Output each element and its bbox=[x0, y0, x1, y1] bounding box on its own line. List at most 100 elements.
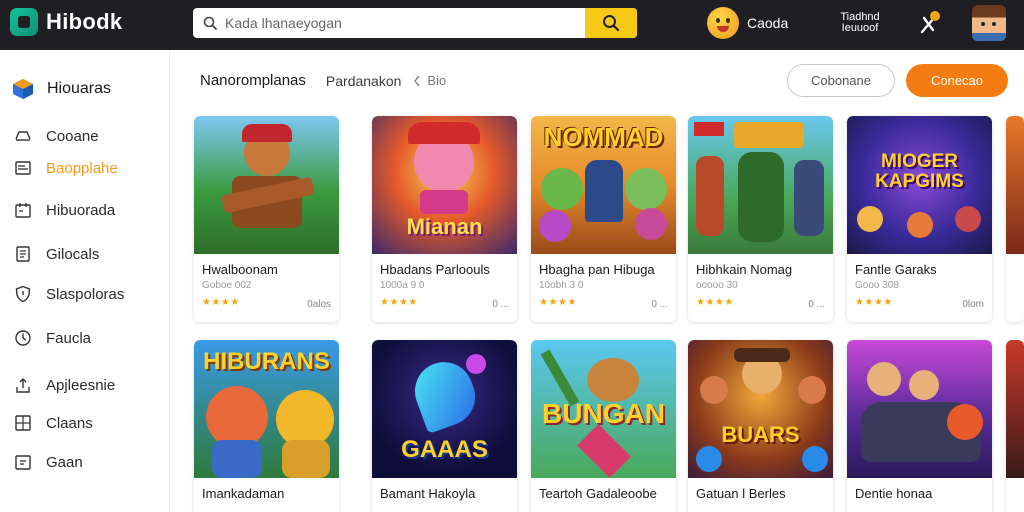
promo-link[interactable]: Tiadhnd Ieuuoof bbox=[832, 12, 888, 34]
sidebar-item-gilocals[interactable]: Gilocals bbox=[14, 243, 99, 265]
game-title: Teartoh Gadaleoobe bbox=[539, 486, 657, 501]
game-meta: 10obh 3 0 bbox=[539, 280, 584, 291]
game-title: Bamant Hakoyla bbox=[380, 486, 476, 501]
game-meta: Goboe 002 bbox=[202, 280, 252, 291]
primary-button[interactable]: Conecao bbox=[906, 64, 1008, 97]
search-icon bbox=[203, 16, 217, 30]
art-title: Mianan bbox=[406, 214, 483, 239]
game-card[interactable]: BUARS Gatuan l Berles bbox=[688, 340, 833, 512]
art-title: HIBURANS bbox=[203, 348, 330, 375]
art-title: BUNGAN bbox=[542, 398, 665, 429]
breadcrumb-sub[interactable]: Pardanakon bbox=[326, 73, 402, 89]
game-meta: ooooo 30 bbox=[696, 280, 738, 291]
top-bar: Hibodk Caoda Tiadhnd Ieuuoof bbox=[0, 0, 1024, 50]
sidebar-item-label: Slaspoloras bbox=[46, 285, 125, 303]
sidebar-item-gaan[interactable]: Gaan bbox=[14, 451, 83, 473]
sidebar-item-label: Baopplahe bbox=[46, 159, 118, 177]
trophy-notification-icon[interactable] bbox=[918, 10, 942, 36]
sidebar-item-faucla[interactable]: Faucla bbox=[14, 327, 91, 349]
game-thumbnail: NOMMAD bbox=[531, 116, 676, 254]
shield-icon bbox=[15, 285, 31, 303]
document-icon bbox=[16, 246, 30, 262]
sidebar-header-label: Hiouaras bbox=[47, 80, 112, 97]
sidebar-item-apjleesnie[interactable]: Apjleesnie bbox=[14, 374, 115, 396]
sidebar-item-claans[interactable]: Claans bbox=[14, 412, 93, 434]
rating-stars: ★★★★ bbox=[539, 297, 577, 308]
game-title: Hwalboonam bbox=[202, 262, 278, 277]
game-card[interactable]: HIBURANS Imankadaman bbox=[194, 340, 339, 512]
game-thumbnail: HIBURANS bbox=[194, 340, 339, 478]
calendar-icon bbox=[15, 203, 31, 218]
game-meta: Gooo 308 bbox=[855, 280, 899, 291]
game-title: Hbadans Parloouls bbox=[380, 262, 490, 277]
download-icon bbox=[15, 455, 31, 470]
rating-stars: ★★★★ bbox=[202, 297, 240, 308]
profile-name: Caoda bbox=[747, 15, 789, 31]
art-title: MIOGER KAPGIMS bbox=[875, 151, 964, 192]
game-title: Hibhkain Nomag bbox=[696, 262, 793, 277]
sidebar-item-label: Cooane bbox=[46, 127, 99, 145]
game-card-partial[interactable] bbox=[1006, 340, 1024, 512]
breadcrumb-last[interactable]: Bio bbox=[427, 73, 446, 88]
rating-count: 0alos bbox=[307, 299, 331, 310]
game-card[interactable]: Hwalboonam Goboe 002 ★★★★ 0alos bbox=[194, 116, 339, 322]
rating-count: 0lom bbox=[962, 299, 984, 310]
game-title: Hbagha pan Hibuga bbox=[539, 262, 655, 277]
profile-menu[interactable]: Caoda bbox=[707, 7, 788, 39]
game-card[interactable]: MIOGER KAPGIMS Fantle Garaks Gooo 308 ★★… bbox=[847, 116, 992, 322]
app-logo[interactable]: Hibodk bbox=[10, 8, 122, 36]
sidebar-item-label: Gaan bbox=[46, 453, 83, 471]
chevron-left-icon bbox=[414, 75, 420, 86]
game-title: Dentie honaa bbox=[855, 486, 933, 501]
promo-line-2: Ieuuoof bbox=[841, 22, 879, 34]
sidebar-item-label: Apjleesnie bbox=[46, 376, 116, 394]
game-title: Gatuan l Berles bbox=[696, 486, 786, 501]
upload-icon bbox=[16, 378, 30, 393]
window-icon bbox=[15, 161, 31, 175]
game-thumbnail bbox=[688, 116, 833, 254]
game-card[interactable]: Mianan Hbadans Parloouls 1000a 9 0 ★★★★ … bbox=[372, 116, 517, 322]
sidebar-item-cooane[interactable]: Cooane bbox=[14, 125, 99, 147]
game-thumbnail bbox=[1006, 340, 1024, 478]
game-card[interactable]: NOMMAD Hbagha pan Hibuga 10obh 3 0 ★★★★ … bbox=[531, 116, 676, 322]
game-thumbnail: BUNGAN bbox=[531, 340, 676, 478]
rating-count: 0 ... bbox=[808, 299, 825, 310]
game-thumbnail: BUARS bbox=[688, 340, 833, 478]
game-card[interactable]: Hibhkain Nomag ooooo 30 ★★★★ 0 ... bbox=[688, 116, 833, 322]
game-title: Imankadaman bbox=[202, 486, 285, 501]
rating-stars: ★★★★ bbox=[380, 297, 418, 308]
search-icon bbox=[603, 15, 620, 32]
logo-icon bbox=[10, 8, 38, 36]
rating-stars: ★★★★ bbox=[855, 297, 893, 308]
logo-text: Hibodk bbox=[46, 9, 123, 34]
sidebar-item-baopplahe[interactable]: Baopplahe bbox=[14, 157, 118, 179]
sidebar-header[interactable]: Hiouaras bbox=[12, 78, 111, 100]
emoji-avatar bbox=[707, 7, 739, 39]
sidebar-item-slaspoloras[interactable]: Slaspoloras bbox=[14, 283, 124, 305]
clock-icon bbox=[15, 330, 31, 346]
game-card[interactable]: Dentie honaa bbox=[847, 340, 992, 512]
art-title: NOMMAD bbox=[543, 122, 664, 152]
game-thumbnail bbox=[1006, 116, 1024, 254]
breadcrumb: Nanoromplanas Pardanakon Bio bbox=[200, 72, 446, 89]
rating-count: 0 ... bbox=[651, 299, 668, 310]
game-card[interactable]: GAAAS Bamant Hakoyla bbox=[372, 340, 517, 512]
breadcrumb-main[interactable]: Nanoromplanas bbox=[200, 72, 306, 89]
search-input[interactable] bbox=[225, 8, 575, 38]
art-title: GAAAS bbox=[401, 436, 488, 463]
search-button[interactable] bbox=[585, 8, 637, 38]
secondary-button[interactable]: Cobonane bbox=[787, 64, 895, 97]
game-card[interactable]: BUNGAN Teartoh Gadaleoobe bbox=[531, 340, 676, 512]
rating-stars: ★★★★ bbox=[696, 297, 734, 308]
sidebar-item-hibuorada[interactable]: Hibuorada bbox=[14, 199, 115, 221]
game-thumbnail: MIOGER KAPGIMS bbox=[847, 116, 992, 254]
game-thumbnail: GAAAS bbox=[372, 340, 517, 478]
user-avatar[interactable] bbox=[972, 5, 1006, 41]
search-bar bbox=[193, 8, 637, 38]
controller-icon bbox=[15, 131, 31, 141]
grid-icon bbox=[15, 415, 31, 431]
sidebar: Hiouaras Cooane Baopplahe Hibuorada Gilo… bbox=[0, 50, 170, 512]
sidebar-item-label: Claans bbox=[46, 414, 93, 432]
sidebar-item-label: Faucla bbox=[46, 329, 92, 347]
game-card-partial[interactable] bbox=[1006, 116, 1024, 322]
